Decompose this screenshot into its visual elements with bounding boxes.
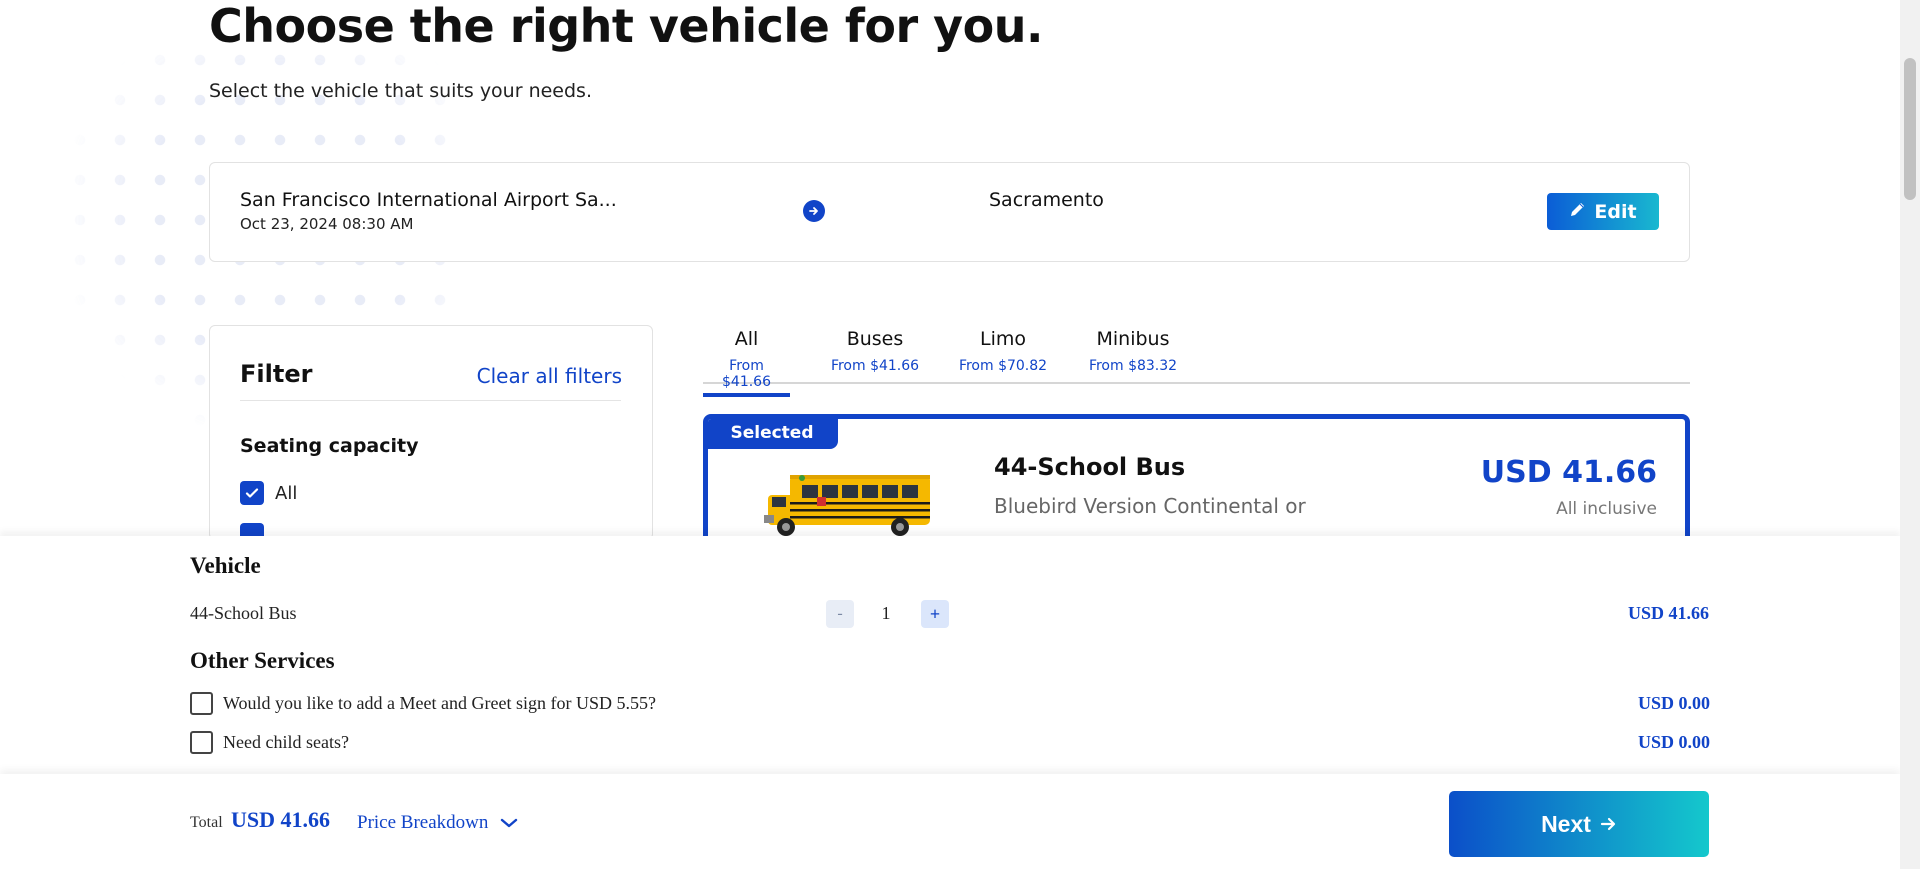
tab-label: Buses (846, 328, 904, 350)
tab-price: From $41.66 (830, 358, 920, 374)
quantity-value: 1 (881, 603, 891, 623)
checkout-footer: Total USD 41.66 Price Breakdown Next (0, 774, 1900, 869)
price-breakdown-label: Price Breakdown (357, 812, 489, 833)
page-subtitle: Select the vehicle that suits your needs… (209, 80, 592, 102)
summary-vehicle-heading: Vehicle (190, 553, 261, 578)
tab-price: From $70.82 (958, 358, 1048, 374)
tab-label: All (734, 328, 759, 350)
total-label: Total (190, 814, 223, 831)
seating-capacity-heading: Seating capacity (240, 435, 419, 457)
service-price: USD 0.00 (1637, 732, 1710, 752)
service-label: Would you like to add a Meet and Greet s… (223, 693, 656, 713)
service-label: Need child seats? (223, 732, 349, 752)
route-datetime: Oct 23, 2024 08:30 AM (240, 215, 414, 233)
scrollbar-thumb[interactable] (1904, 58, 1916, 200)
quantity-increase-button[interactable]: + (921, 600, 949, 628)
quantity-decrease-button[interactable]: - (826, 600, 854, 628)
edit-button-label: Edit (1594, 200, 1637, 223)
tab-price: From $83.32 (1088, 358, 1178, 374)
price-breakdown-toggle[interactable]: Price Breakdown (357, 812, 518, 834)
other-services-heading: Other Services (190, 648, 335, 673)
service-row-meet-greet: Would you like to add a Meet and Greet s… (190, 692, 1710, 716)
edit-route-button[interactable]: Edit (1547, 193, 1659, 230)
vehicle-category-tabs: All From $41.66 Buses From $41.66 Limo F… (703, 328, 1690, 397)
tab-limo[interactable]: Limo From $70.82 (957, 328, 1049, 374)
summary-vehicle-price: USD 41.66 (1627, 603, 1709, 623)
pencil-icon (1569, 201, 1586, 223)
page-title: Choose the right vehicle for you. (209, 0, 1043, 53)
service-row-child-seats: Need child seats? USD 0.00 (190, 731, 1710, 755)
route-summary-card: San Francisco International Airport Sa..… (209, 162, 1690, 262)
tab-minibus[interactable]: Minibus From $83.32 (1087, 328, 1179, 374)
next-button-label: Next (1541, 810, 1591, 837)
route-destination: Sacramento (989, 189, 1104, 211)
filter-divider (240, 400, 621, 401)
meet-greet-checkbox[interactable] (190, 692, 213, 715)
filter-panel: Filter Clear all filters Seating capacit… (209, 325, 653, 540)
seating-all-label: All (275, 483, 298, 504)
vehicle-description: Bluebird Version Continental or (994, 494, 1306, 518)
tab-label: Limo (980, 328, 1026, 350)
page-scrollbar[interactable] (1900, 0, 1920, 869)
vehicle-price-note: All inclusive (1556, 499, 1657, 519)
active-tab-indicator (703, 393, 790, 397)
clear-all-filters-link[interactable]: Clear all filters (477, 364, 622, 388)
tab-all[interactable]: All From $41.66 (703, 328, 790, 397)
checkmark-icon (245, 488, 259, 498)
route-origin: San Francisco International Airport Sa..… (240, 189, 617, 211)
vehicle-name: 44-School Bus (994, 453, 1186, 481)
filter-title: Filter (240, 360, 313, 388)
school-bus-image (764, 475, 930, 536)
seating-all-checkbox[interactable] (240, 481, 264, 505)
tab-buses[interactable]: Buses From $41.66 (830, 328, 920, 374)
tabs-baseline (703, 382, 1690, 384)
child-seats-checkbox[interactable] (190, 731, 213, 754)
next-button[interactable]: Next (1449, 791, 1709, 857)
arrow-right-circle-icon (803, 200, 825, 222)
tab-price: From $41.66 (722, 358, 771, 390)
summary-vehicle-name: 44-School Bus (190, 603, 297, 623)
chevron-down-icon (501, 818, 518, 828)
tab-label: Minibus (1096, 328, 1170, 350)
service-price: USD 0.00 (1637, 693, 1710, 713)
vehicle-price: USD 41.66 (1480, 455, 1657, 490)
selected-badge: Selected (708, 419, 838, 449)
booking-summary-panel: Vehicle 44-School Bus - 1 + USD 41.66 Ot… (0, 536, 1900, 774)
arrow-right-icon (1600, 817, 1616, 831)
total-value: USD 41.66 (231, 807, 331, 832)
